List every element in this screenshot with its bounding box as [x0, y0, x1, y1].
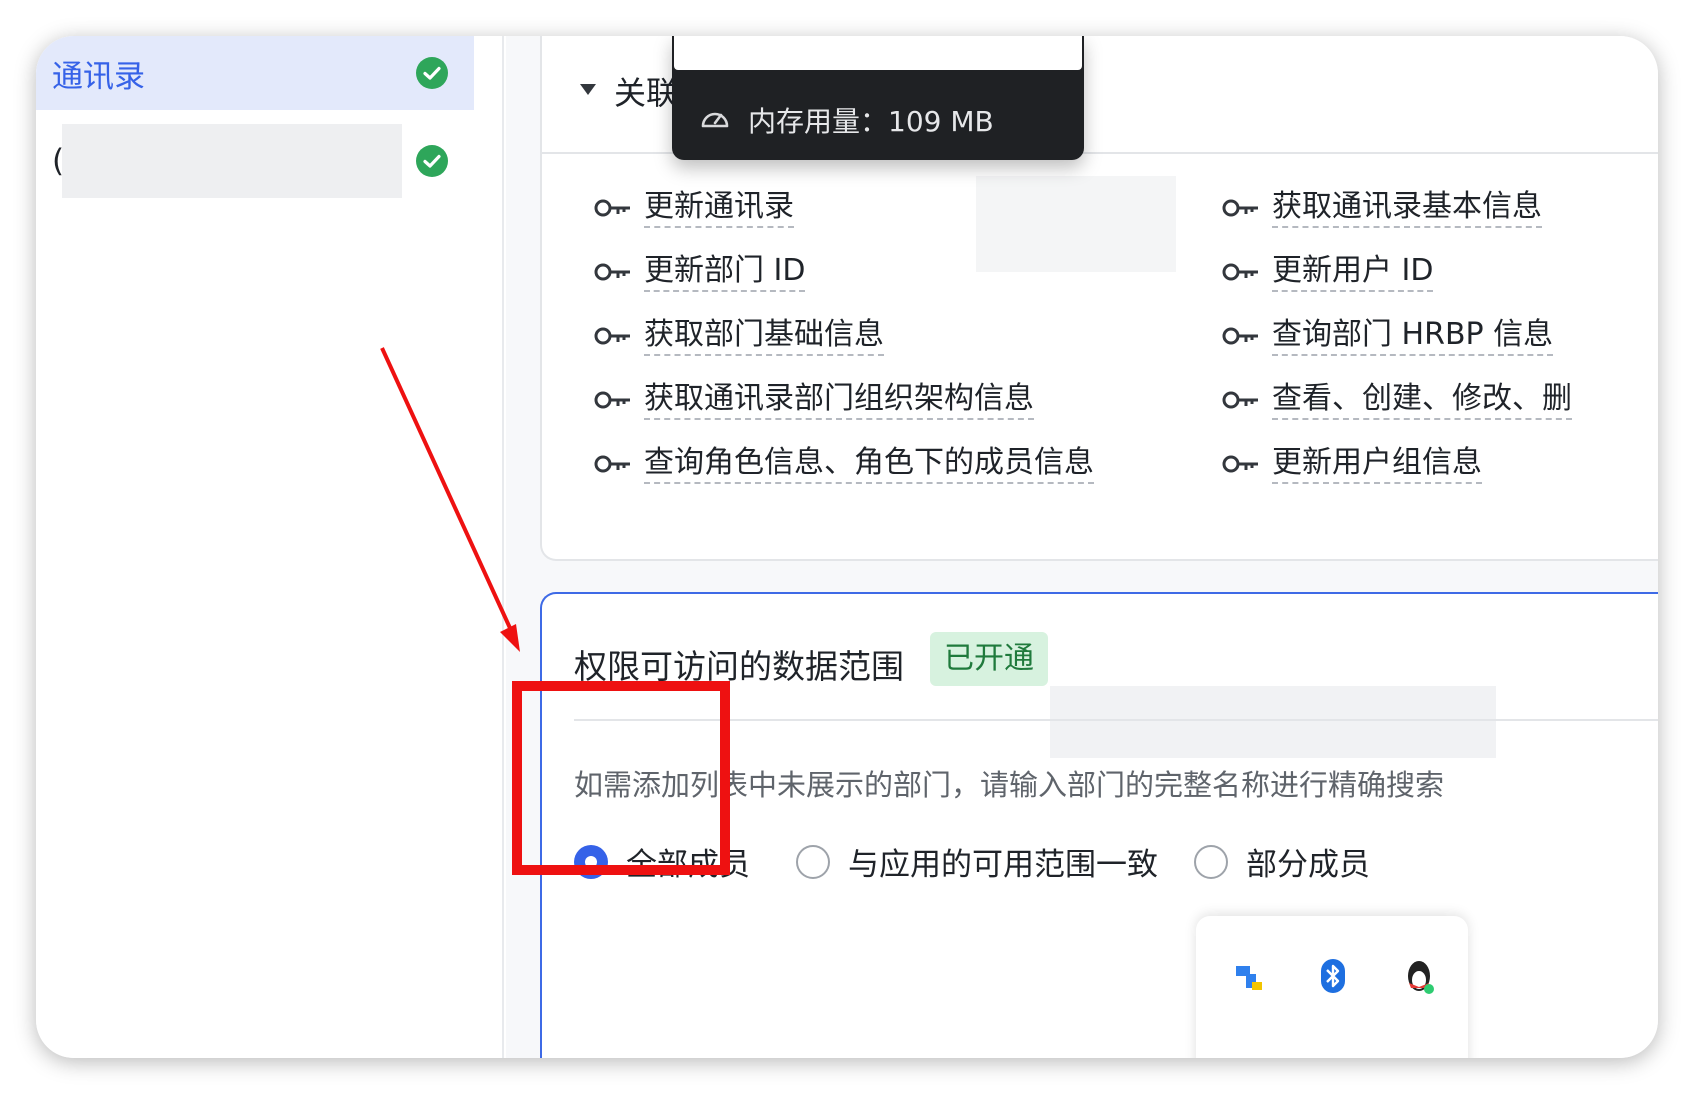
- permission-label: 更新用户 ID: [1272, 252, 1434, 292]
- permission-item[interactable]: 更新通讯录: [594, 188, 794, 228]
- permission-item[interactable]: 更新部门 ID: [594, 252, 806, 292]
- radio-label: 部分成员: [1246, 847, 1370, 883]
- key-icon: [1222, 391, 1258, 409]
- permission-label: 更新通讯录: [644, 188, 794, 228]
- key-icon: [594, 263, 630, 281]
- permission-label: 获取通讯录基本信息: [1272, 188, 1542, 228]
- permission-item[interactable]: 获取部门基础信息: [594, 316, 884, 356]
- system-tray-popup: [1196, 916, 1468, 1058]
- radio-app-scope[interactable]: 与应用的可用范围一致: [796, 839, 1158, 884]
- check-circle-icon: [416, 57, 448, 89]
- permission-item[interactable]: 获取通讯录基本信息: [1222, 188, 1542, 228]
- app-window: 通讯录 ( 关联的 更新通讯录 更新部门 ID 获取部门基础信息 获取通讯录部门…: [36, 36, 1658, 1058]
- permission-item[interactable]: 查看、创建、修改、删: [1222, 380, 1572, 420]
- sidebar-item-contacts[interactable]: 通讯录: [36, 36, 474, 110]
- qq-penguin-icon[interactable]: [1402, 956, 1436, 996]
- permission-label: 查询部门 HRBP 信息: [1272, 316, 1554, 356]
- check-circle-icon: [416, 145, 448, 177]
- sidebar-item-redacted[interactable]: (: [36, 124, 474, 198]
- radio-unselected-icon[interactable]: [796, 844, 830, 879]
- key-icon: [1222, 327, 1258, 345]
- radio-partial-members[interactable]: 部分成员: [1194, 839, 1370, 884]
- sidebar: 通讯录 (: [36, 36, 506, 1058]
- permission-item[interactable]: 更新用户 ID: [1222, 252, 1434, 292]
- tooltip-top-strip: [674, 36, 1082, 70]
- memory-usage-text: 内存用量：109 MB: [748, 105, 994, 138]
- permission-label: 更新用户组信息: [1272, 444, 1482, 484]
- permission-label: 查询角色信息、角色下的成员信息: [644, 444, 1094, 484]
- key-icon: [1222, 263, 1258, 281]
- caret-down-icon[interactable]: [580, 84, 596, 95]
- key-icon: [594, 199, 630, 217]
- redacted-block: [1050, 686, 1496, 758]
- radio-unselected-icon[interactable]: [1194, 844, 1228, 879]
- memory-usage-tooltip: 内存用量：109 MB: [672, 36, 1084, 160]
- sidebar-divider: [502, 36, 504, 1058]
- divider: [574, 719, 1658, 721]
- radio-label: 与应用的可用范围一致: [848, 847, 1158, 883]
- gauge-icon: [701, 112, 729, 128]
- annotation-highlight-box: [512, 681, 730, 875]
- permission-item[interactable]: 获取通讯录部门组织架构信息: [594, 380, 1034, 420]
- permission-label: 查看、创建、修改、删: [1272, 380, 1572, 420]
- permission-label: 获取部门基础信息: [644, 316, 884, 356]
- key-icon: [594, 327, 630, 345]
- key-icon: [594, 391, 630, 409]
- permission-item[interactable]: 查询角色信息、角色下的成员信息: [594, 444, 1094, 484]
- key-icon: [1222, 455, 1258, 473]
- permission-item[interactable]: 查询部门 HRBP 信息: [1222, 316, 1554, 356]
- bluetooth-icon[interactable]: [1316, 956, 1350, 996]
- app-icon[interactable]: [1232, 956, 1266, 996]
- permission-item[interactable]: 更新用户组信息: [1222, 444, 1482, 484]
- permission-label: 获取通讯录部门组织架构信息: [644, 380, 1034, 420]
- permission-label: 更新部门 ID: [644, 252, 806, 292]
- redacted-block: [976, 176, 1176, 272]
- redacted-block: [62, 124, 402, 198]
- key-icon: [594, 455, 630, 473]
- key-icon: [1222, 199, 1258, 217]
- sidebar-item-label: 通讯录: [52, 58, 145, 95]
- status-badge: 已开通: [930, 632, 1048, 686]
